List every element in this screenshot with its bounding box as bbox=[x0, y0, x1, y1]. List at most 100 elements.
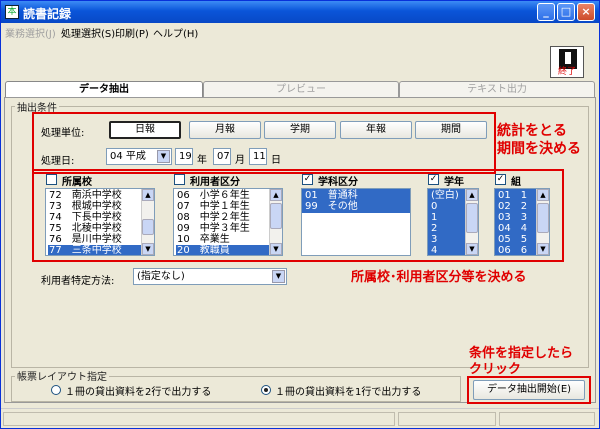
status-cell-main bbox=[3, 412, 395, 426]
list-item[interactable]: 05 5 bbox=[497, 234, 527, 245]
exit-button-label: 終了 bbox=[557, 67, 576, 77]
scroll-thumb[interactable] bbox=[142, 219, 154, 235]
list-item[interactable]: 01 普通科 bbox=[304, 190, 358, 201]
tab-data-extract[interactable]: データ抽出 bbox=[5, 81, 203, 98]
list-item[interactable]: 2 bbox=[430, 223, 437, 234]
list-item[interactable]: 75 北稜中学校 bbox=[48, 223, 122, 234]
list-item[interactable]: 77 三条中学校 bbox=[48, 245, 141, 255]
scroll-thumb[interactable] bbox=[270, 203, 282, 229]
tab-text-output[interactable]: テキスト出力 bbox=[399, 81, 595, 97]
year-unit: 年 bbox=[197, 155, 207, 166]
layout-one-line-radio[interactable] bbox=[261, 385, 271, 395]
list-item[interactable]: 08 中学２年生 bbox=[176, 212, 250, 223]
scroll-thumb[interactable] bbox=[537, 203, 549, 233]
user-spec-value: (指定なし) bbox=[137, 271, 185, 282]
menu-print[interactable]: 印刷(P) bbox=[115, 25, 149, 40]
grade-list-scrollbar[interactable]: ▲ ▼ bbox=[465, 189, 478, 255]
list-item[interactable]: 01 1 bbox=[497, 190, 527, 201]
window-title: 読書記録 bbox=[23, 7, 72, 21]
unit-period-button[interactable]: 期間 bbox=[415, 121, 487, 139]
menu-process-select[interactable]: 処理選択(S) bbox=[61, 25, 115, 40]
list-item[interactable]: 0 bbox=[430, 201, 437, 212]
user-spec-select[interactable]: (指定なし) ▼ bbox=[133, 268, 287, 285]
list-item[interactable]: 10 卒業生 bbox=[176, 234, 230, 245]
course-list[interactable]: 01 普通科 99 その他 bbox=[301, 188, 411, 256]
scroll-thumb[interactable] bbox=[466, 203, 478, 233]
scroll-up-icon[interactable]: ▲ bbox=[142, 189, 154, 201]
list-item[interactable]: 06 小学６年生 bbox=[176, 190, 250, 201]
scroll-down-icon[interactable]: ▼ bbox=[466, 243, 478, 255]
user-spec-label: 利用者特定方法: bbox=[41, 276, 115, 287]
day-input[interactable]: 11 bbox=[249, 148, 267, 165]
school-list-scrollbar[interactable]: ▲ ▼ bbox=[141, 189, 154, 255]
list-item[interactable]: 02 2 bbox=[497, 201, 527, 212]
course-checkbox[interactable]: ✓ bbox=[302, 174, 313, 185]
scroll-up-icon[interactable]: ▲ bbox=[466, 189, 478, 201]
status-cell-2 bbox=[398, 412, 496, 426]
school-note: 所属校･利用者区分等を決める bbox=[351, 270, 527, 285]
exit-button[interactable]: 終了 bbox=[550, 46, 584, 78]
scroll-up-icon[interactable]: ▲ bbox=[270, 189, 282, 201]
month-input[interactable]: 07 bbox=[213, 148, 231, 165]
user-class-checkbox[interactable] bbox=[174, 174, 185, 185]
list-item[interactable]: 09 中学３年生 bbox=[176, 223, 250, 234]
start-extract-button[interactable]: データ抽出開始(E) bbox=[473, 380, 585, 400]
list-item[interactable]: 72 南浜中学校 bbox=[48, 190, 122, 201]
grade-checkbox[interactable]: ✓ bbox=[428, 174, 439, 185]
list-item[interactable]: 74 下長中学校 bbox=[48, 212, 122, 223]
class-list[interactable]: 01 1 02 2 03 3 04 4 05 5 06 6 ▲ ▼ bbox=[494, 188, 550, 256]
date-label: 処理日: bbox=[41, 156, 75, 167]
list-item[interactable]: 3 bbox=[430, 234, 437, 245]
unit-term-button[interactable]: 学期 bbox=[264, 121, 336, 139]
class-checkbox[interactable]: ✓ bbox=[495, 174, 506, 185]
chevron-down-icon[interactable]: ▼ bbox=[272, 270, 285, 283]
tab-preview[interactable]: プレビュー bbox=[203, 81, 399, 97]
close-button[interactable]: × bbox=[577, 3, 595, 21]
scroll-down-icon[interactable]: ▼ bbox=[270, 243, 282, 255]
unit-monthly-button[interactable]: 月報 bbox=[189, 121, 261, 139]
list-item[interactable]: (空白) bbox=[430, 190, 459, 201]
class-list-scrollbar[interactable]: ▲ ▼ bbox=[536, 189, 549, 255]
school-checkbox[interactable] bbox=[46, 174, 57, 185]
maximize-button[interactable]: □ bbox=[557, 3, 575, 21]
list-item[interactable]: 20 教職員 bbox=[176, 245, 269, 255]
user-class-list[interactable]: 06 小学６年生 07 中学１年生 08 中学２年生 09 中学３年生 10 卒… bbox=[173, 188, 283, 256]
list-item[interactable]: 06 6 bbox=[497, 245, 527, 255]
list-item[interactable]: 04 4 bbox=[497, 223, 527, 234]
list-item[interactable]: 4 bbox=[430, 245, 437, 255]
scroll-down-icon[interactable]: ▼ bbox=[537, 243, 549, 255]
layout-two-lines-radio[interactable] bbox=[51, 385, 61, 395]
chevron-down-icon[interactable]: ▼ bbox=[157, 150, 170, 163]
school-list[interactable]: 72 南浜中学校 73 根城中学校 74 下長中学校 75 北稜中学校 76 是… bbox=[45, 188, 155, 256]
school-list-label: 所属校 bbox=[62, 177, 92, 188]
user-class-list-scrollbar[interactable]: ▲ ▼ bbox=[269, 189, 282, 255]
unit-daily-button[interactable]: 日報 bbox=[109, 121, 181, 139]
list-item[interactable]: 73 根城中学校 bbox=[48, 201, 122, 212]
menu-business-select[interactable]: 業務選択(J) bbox=[5, 25, 56, 40]
layout-two-lines-label: １冊の貸出資料を2行で出力する bbox=[65, 387, 212, 398]
layout-one-line-label: １冊の貸出資料を1行で出力する bbox=[275, 387, 422, 398]
list-item[interactable]: 03 3 bbox=[497, 212, 527, 223]
unit-yearly-button[interactable]: 年報 bbox=[340, 121, 412, 139]
list-item[interactable]: 07 中学１年生 bbox=[176, 201, 250, 212]
minimize-button[interactable]: _ bbox=[537, 3, 555, 21]
era-select[interactable]: 04 平成 ▼ bbox=[106, 148, 172, 165]
list-item[interactable]: 76 是川中学校 bbox=[48, 234, 122, 245]
list-item[interactable]: 1 bbox=[430, 212, 437, 223]
class-list-label: 組 bbox=[511, 177, 521, 188]
unit-label: 処理単位: bbox=[41, 128, 85, 139]
year-input[interactable]: 19 bbox=[175, 148, 193, 165]
app-icon: 本 bbox=[5, 5, 19, 19]
list-item[interactable]: 99 その他 bbox=[304, 201, 358, 212]
scroll-down-icon[interactable]: ▼ bbox=[142, 243, 154, 255]
scroll-up-icon[interactable]: ▲ bbox=[537, 189, 549, 201]
grade-list-label: 学年 bbox=[444, 177, 464, 188]
era-value: 04 平成 bbox=[110, 151, 146, 162]
grade-list[interactable]: (空白) 0 1 2 3 4 ▲ ▼ bbox=[427, 188, 479, 256]
menu-help[interactable]: ヘルプ(H) bbox=[153, 25, 198, 40]
start-note-line2: クリック bbox=[469, 362, 522, 377]
day-unit: 日 bbox=[271, 155, 281, 166]
user-class-list-label: 利用者区分 bbox=[190, 177, 240, 188]
period-note-line1: 統計をとる bbox=[497, 123, 567, 139]
app-window: 本 読書記録 _ □ × 業務選択(J) 処理選択(S) 印刷(P) ヘルプ(H… bbox=[0, 0, 600, 429]
